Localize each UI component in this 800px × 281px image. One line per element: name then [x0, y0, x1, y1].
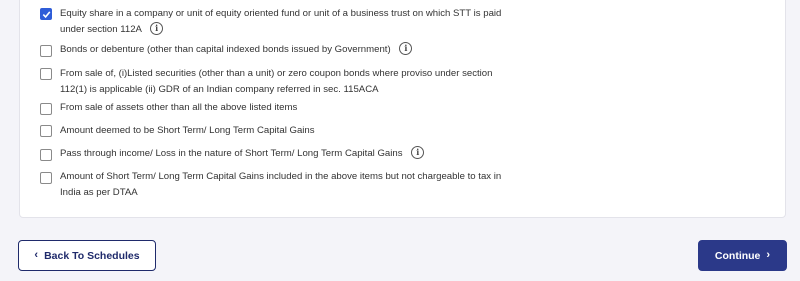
checkbox-equity-share[interactable]: [40, 8, 52, 20]
option-label-line1: Equity share in a company or unit of equ…: [60, 8, 502, 19]
checkbox-pass-through[interactable]: [40, 149, 52, 161]
checkbox-deemed-gains[interactable]: [40, 125, 52, 137]
chevron-left-icon: ‹: [34, 249, 39, 261]
info-icon[interactable]: i: [411, 145, 425, 159]
checkbox-listed-securities[interactable]: [40, 68, 52, 80]
checkbox-dtaa-gains[interactable]: [40, 172, 52, 184]
back-to-schedules-button[interactable]: ‹ Back To Schedules: [18, 240, 156, 271]
info-icon[interactable]: i: [150, 21, 164, 35]
option-label-line2: under section 112A: [60, 24, 142, 35]
option-label-line1: From sale of, (i)Listed securities (othe…: [60, 68, 493, 79]
continue-button[interactable]: Continue ›: [698, 240, 787, 271]
continue-button-label: Continue: [714, 249, 761, 262]
option-label-line1: Amount deemed to be Short Term/ Long Ter…: [60, 125, 315, 136]
option-label-line1: Bonds or debenture (other than capital i…: [60, 44, 391, 55]
checkmark-icon: [42, 11, 51, 19]
option-label-line1: From sale of assets other than all the a…: [60, 102, 298, 113]
checkbox-bonds-debenture[interactable]: [40, 45, 52, 57]
option-label-line1: Amount of Short Term/ Long Term Capital …: [60, 171, 502, 182]
option-label-line1: Pass through income/ Loss in the nature …: [60, 148, 403, 159]
option-label-line2: 112(1) is applicable (ii) GDR of an Indi…: [60, 84, 379, 95]
info-icon[interactable]: i: [399, 41, 413, 55]
option-label-line2: India as per DTAA: [60, 187, 138, 198]
chevron-right-icon: ›: [766, 249, 771, 261]
checkbox-other-assets[interactable]: [40, 103, 52, 115]
back-button-label: Back To Schedules: [44, 249, 140, 262]
